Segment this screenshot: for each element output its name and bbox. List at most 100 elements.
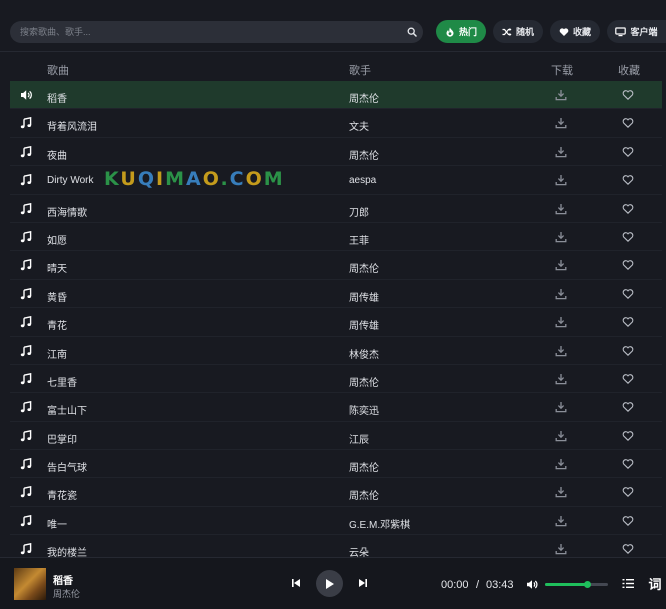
song-artist[interactable]: 周杰伦 xyxy=(349,260,379,275)
heart-outline-icon[interactable] xyxy=(622,401,634,413)
heart-outline-icon[interactable] xyxy=(622,543,634,555)
song-row[interactable]: 稻香 周杰伦 xyxy=(10,81,662,110)
song-row[interactable]: 唯一 G.E.M.邓紫棋 xyxy=(10,507,662,536)
previous-button[interactable] xyxy=(288,575,304,591)
song-artist[interactable]: 周传雄 xyxy=(349,317,379,332)
song-artist[interactable]: 周杰伦 xyxy=(349,374,379,389)
song-row[interactable]: 七里香 周杰伦 xyxy=(10,365,662,394)
download-icon[interactable] xyxy=(555,458,567,470)
song-artist[interactable]: 王菲 xyxy=(349,232,369,247)
header-song: 歌曲 xyxy=(47,65,69,77)
heart-outline-icon[interactable] xyxy=(622,174,634,186)
next-button[interactable] xyxy=(355,575,371,591)
heart-outline-icon[interactable] xyxy=(622,146,634,158)
previous-icon xyxy=(292,579,300,587)
song-title[interactable]: 告白气球 xyxy=(47,459,87,474)
song-title[interactable]: 富士山下 xyxy=(47,402,87,417)
song-title[interactable]: 晴天 xyxy=(47,260,67,275)
song-row[interactable]: 夜曲 周杰伦 xyxy=(10,138,662,167)
heart-outline-icon[interactable] xyxy=(622,316,634,328)
download-icon[interactable] xyxy=(555,117,567,129)
song-row[interactable]: 晴天 周杰伦 xyxy=(10,251,662,280)
heart-outline-icon[interactable] xyxy=(622,515,634,527)
favorites-button[interactable]: 收藏 xyxy=(550,20,600,43)
song-title[interactable]: 稻香 xyxy=(47,90,67,105)
heart-outline-icon[interactable] xyxy=(622,231,634,243)
download-icon[interactable] xyxy=(555,543,567,555)
song-row[interactable]: 告白气球 周杰伦 xyxy=(10,450,662,479)
music-note-icon xyxy=(20,145,33,158)
volume-slider[interactable] xyxy=(545,581,608,588)
song-artist[interactable]: 文夫 xyxy=(349,118,369,133)
volume-knob[interactable] xyxy=(584,581,592,588)
song-row[interactable]: 富士山下 陈奕迅 xyxy=(10,393,662,422)
download-icon[interactable] xyxy=(555,486,567,498)
song-artist[interactable]: 刀郎 xyxy=(349,204,369,219)
song-row[interactable]: 西海情歌 刀郎 xyxy=(10,195,662,223)
song-title[interactable]: 夜曲 xyxy=(47,147,67,162)
song-artist[interactable]: 林俊杰 xyxy=(349,346,379,361)
song-artist[interactable]: 周杰伦 xyxy=(349,90,379,105)
song-title[interactable]: 巴掌印 xyxy=(47,431,77,446)
song-title[interactable]: 黄昏 xyxy=(47,289,67,304)
play-button[interactable] xyxy=(316,570,343,597)
song-artist[interactable]: 陈奕迅 xyxy=(349,402,379,417)
download-icon[interactable] xyxy=(555,401,567,413)
download-icon[interactable] xyxy=(555,316,567,328)
download-icon[interactable] xyxy=(555,89,567,101)
heart-outline-icon[interactable] xyxy=(622,373,634,385)
song-title[interactable]: Dirty Work xyxy=(47,175,93,186)
song-row[interactable]: 青花 周传雄 xyxy=(10,308,662,337)
song-title[interactable]: 如愿 xyxy=(47,232,67,247)
download-icon[interactable] xyxy=(555,174,567,186)
fire-icon xyxy=(446,27,454,37)
song-artist[interactable]: 周杰伦 xyxy=(349,459,379,474)
album-cover[interactable] xyxy=(14,568,46,600)
song-artist[interactable]: G.E.M.邓紫棋 xyxy=(349,516,410,531)
download-icon[interactable] xyxy=(555,203,567,215)
heart-outline-icon[interactable] xyxy=(622,486,634,498)
download-icon[interactable] xyxy=(555,146,567,158)
song-artist[interactable]: 周传雄 xyxy=(349,289,379,304)
song-title[interactable]: 背着风流泪 xyxy=(47,118,97,133)
heart-outline-icon[interactable] xyxy=(622,203,634,215)
download-icon[interactable] xyxy=(555,231,567,243)
download-icon[interactable] xyxy=(555,288,567,300)
search-input[interactable] xyxy=(10,21,401,43)
heart-outline-icon[interactable] xyxy=(622,345,634,357)
random-button[interactable]: 随机 xyxy=(493,20,543,43)
download-icon[interactable] xyxy=(555,259,567,271)
heart-outline-icon[interactable] xyxy=(622,117,634,129)
song-title[interactable]: 江南 xyxy=(47,346,67,361)
heart-outline-icon[interactable] xyxy=(622,430,634,442)
download-icon[interactable] xyxy=(555,515,567,527)
song-artist[interactable]: 江辰 xyxy=(349,431,369,446)
song-row[interactable]: 黄昏 周传雄 xyxy=(10,280,662,309)
download-icon[interactable] xyxy=(555,373,567,385)
song-row[interactable]: 如愿 王菲 xyxy=(10,223,662,252)
song-title[interactable]: 唯一 xyxy=(47,516,67,531)
song-title[interactable]: 七里香 xyxy=(47,374,77,389)
download-icon[interactable] xyxy=(555,430,567,442)
heart-outline-icon[interactable] xyxy=(622,288,634,300)
hot-button[interactable]: 热门 xyxy=(436,20,486,43)
client-button[interactable]: 客户端 xyxy=(607,20,666,43)
song-row[interactable]: 青花瓷 周杰伦 xyxy=(10,478,662,507)
heart-outline-icon[interactable] xyxy=(622,458,634,470)
song-row[interactable]: 背着风流泪 文夫 xyxy=(10,109,662,138)
heart-outline-icon[interactable] xyxy=(622,89,634,101)
song-artist[interactable]: 周杰伦 xyxy=(349,147,379,162)
song-artist[interactable]: aespa xyxy=(349,175,376,186)
volume-button[interactable] xyxy=(525,577,539,591)
heart-outline-icon[interactable] xyxy=(622,259,634,271)
lyrics-button[interactable]: 词 xyxy=(647,575,663,592)
song-title[interactable]: 青花 xyxy=(47,317,67,332)
song-row[interactable]: 江南 林俊杰 xyxy=(10,337,662,365)
song-title[interactable]: 青花瓷 xyxy=(47,487,77,502)
playlist-button[interactable] xyxy=(620,576,635,591)
search-icon[interactable] xyxy=(401,21,423,43)
song-artist[interactable]: 周杰伦 xyxy=(349,487,379,502)
song-row[interactable]: 巴掌印 江辰 xyxy=(10,422,662,451)
download-icon[interactable] xyxy=(555,345,567,357)
song-title[interactable]: 西海情歌 xyxy=(47,204,87,219)
